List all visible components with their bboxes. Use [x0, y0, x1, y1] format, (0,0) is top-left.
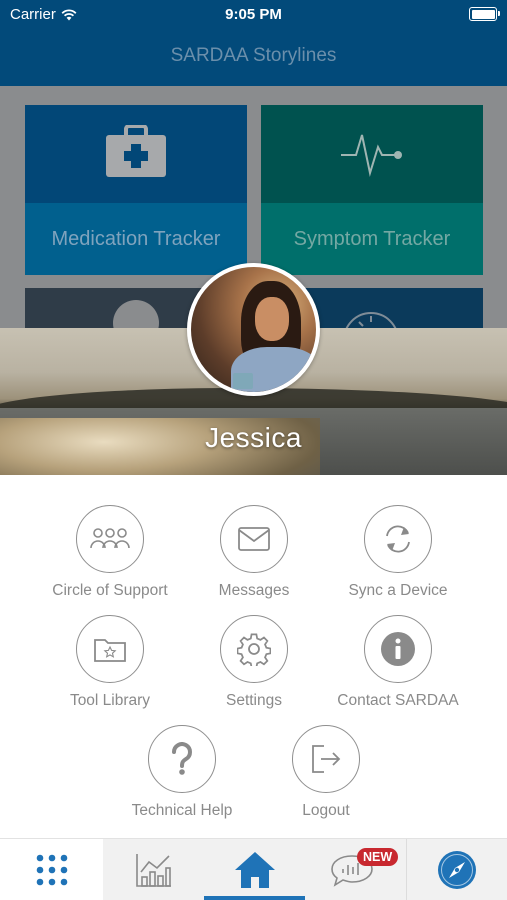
- navigation-bar: SARDAA Storylines: [0, 28, 507, 86]
- circle-of-support-label: Circle of Support: [52, 582, 168, 599]
- symptom-tracker-tile[interactable]: Symptom Tracker: [261, 105, 483, 275]
- heartbeat-icon: [341, 134, 402, 177]
- info-icon: [381, 632, 415, 666]
- active-tab-indicator: [204, 896, 305, 900]
- tab-reports[interactable]: [103, 839, 204, 900]
- app-screen: Carrier 9:05 PM SARDAA Storylines Medica…: [0, 0, 507, 900]
- grid-menu-icon: [36, 854, 67, 886]
- people-group-icon: [90, 528, 130, 549]
- tab-profile[interactable]: [406, 839, 507, 900]
- sync-icon: [386, 525, 410, 553]
- symptom-tracker-label: Symptom Tracker: [261, 203, 483, 275]
- folder-star-icon: [94, 639, 126, 662]
- contact-sardaa-button[interactable]: Contact SARDAA: [323, 615, 473, 710]
- messages-label: Messages: [218, 582, 290, 599]
- logout-button[interactable]: Logout: [251, 725, 401, 820]
- profile-name: Jessica: [205, 422, 302, 453]
- question-mark-icon: [172, 742, 192, 775]
- chart-icon: [135, 854, 171, 887]
- status-bar: Carrier 9:05 PM: [0, 0, 507, 28]
- messages-button[interactable]: Messages: [179, 505, 329, 600]
- technical-help-button[interactable]: Technical Help: [107, 725, 257, 820]
- sync-device-button[interactable]: Sync a Device: [323, 505, 473, 600]
- medical-kit-icon: [106, 125, 166, 177]
- tab-menu[interactable]: [0, 839, 103, 900]
- profile-menu: Circle of Support Messages Sync a Device…: [0, 475, 507, 838]
- compass-icon: [438, 851, 476, 889]
- home-icon: [234, 852, 275, 888]
- tool-library-button[interactable]: Tool Library: [35, 615, 185, 710]
- circle-of-support-button[interactable]: Circle of Support: [35, 505, 185, 600]
- gear-icon: [237, 633, 271, 666]
- avatar[interactable]: [187, 263, 320, 396]
- logout-icon: [312, 745, 341, 773]
- logout-label: Logout: [302, 802, 350, 819]
- new-badge: NEW: [357, 848, 399, 866]
- tab-home[interactable]: [204, 839, 305, 900]
- sync-device-label: Sync a Device: [348, 582, 448, 599]
- medication-tracker-tile[interactable]: Medication Tracker: [25, 105, 247, 275]
- settings-button[interactable]: Settings: [179, 615, 329, 710]
- contact-sardaa-label: Contact SARDAA: [337, 692, 459, 709]
- tool-library-label: Tool Library: [69, 692, 151, 709]
- app-title: SARDAA Storylines: [170, 45, 337, 66]
- settings-label: Settings: [225, 692, 282, 709]
- envelope-icon: [238, 527, 270, 551]
- battery-icon: [469, 7, 500, 21]
- tab-bar: NEW: [0, 838, 507, 900]
- medication-tracker-label: Medication Tracker: [25, 203, 247, 275]
- clock: 9:05 PM: [225, 6, 282, 23]
- technical-help-label: Technical Help: [131, 802, 233, 819]
